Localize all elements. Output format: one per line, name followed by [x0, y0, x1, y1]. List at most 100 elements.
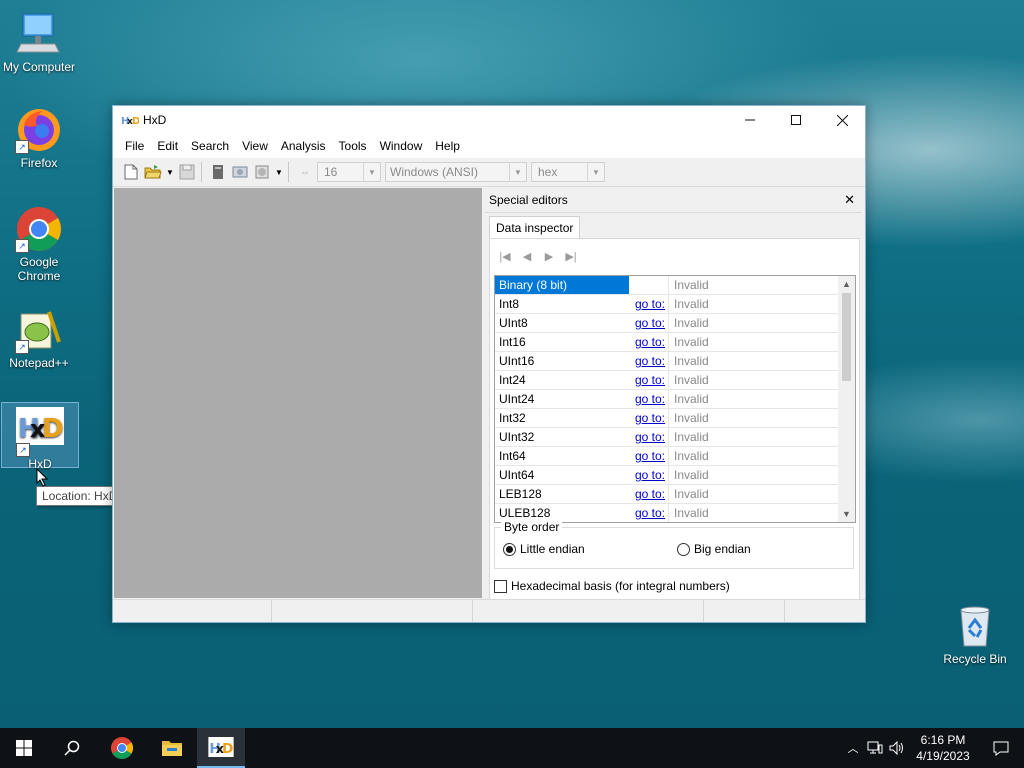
goto-link[interactable]: go to:	[629, 428, 669, 446]
row-value[interactable]: Invalid	[669, 295, 842, 313]
row-type-label: Int16	[499, 335, 526, 349]
row-value[interactable]: Invalid	[669, 466, 842, 484]
offset-base-select[interactable]: hex ▼	[531, 162, 605, 182]
menu-analysis[interactable]: Analysis	[275, 139, 333, 153]
goto-link[interactable]: go to:	[629, 447, 669, 465]
menu-tools[interactable]: Tools	[333, 139, 374, 153]
previous-icon[interactable]: ◀	[520, 249, 534, 263]
taskbar-hxd[interactable]: HxD	[197, 728, 245, 768]
desktop-icon-google-chrome[interactable]: ↗ Google Chrome	[1, 205, 77, 283]
row-value[interactable]: Invalid	[669, 276, 842, 294]
row-value[interactable]: Invalid	[669, 504, 842, 522]
new-file-button[interactable]	[121, 162, 141, 182]
scrollbar-thumb[interactable]	[842, 293, 851, 381]
next-icon[interactable]: ▶	[542, 249, 556, 263]
open-dropdown-button[interactable]: ▼	[165, 162, 175, 182]
volume-icon[interactable]	[886, 741, 908, 755]
menu-help[interactable]: Help	[429, 139, 467, 153]
chevron-up-icon[interactable]: ︿	[842, 740, 864, 756]
menu-file[interactable]: File	[119, 139, 151, 153]
clock-time: 6:16 PM	[920, 733, 966, 747]
goto-link[interactable]: go to:	[629, 466, 669, 484]
row-value[interactable]: Invalid	[669, 485, 842, 503]
start-button[interactable]	[0, 728, 48, 768]
recycle-bin-icon	[951, 602, 999, 650]
desktop: My Computer ↗ Firefox ↗ Google Chrome ↗ …	[0, 0, 1024, 728]
menu-edit[interactable]: Edit	[151, 139, 185, 153]
grid-vertical-scrollbar[interactable]: ▲ ▼	[838, 276, 855, 522]
row-value[interactable]: Invalid	[669, 314, 842, 332]
status-segment	[785, 600, 865, 622]
menu-search[interactable]: Search	[185, 139, 236, 153]
notifications-button[interactable]	[978, 741, 1024, 756]
goto-link[interactable]: go to:	[629, 504, 669, 522]
tab-data-inspector[interactable]: Data inspector	[489, 216, 581, 239]
data-inspector-row[interactable]: Int16 go to: Invalid	[495, 333, 855, 352]
goto-link[interactable]: go to:	[629, 314, 669, 332]
row-value[interactable]: Invalid	[669, 409, 842, 427]
scroll-up-icon[interactable]: ▲	[838, 276, 855, 292]
search-button[interactable]	[48, 728, 96, 768]
data-inspector-row[interactable]: Int64 go to: Invalid	[495, 447, 855, 466]
goto-link	[629, 276, 669, 294]
desktop-icon-notepadpp[interactable]: ↗ Notepad++	[1, 306, 77, 370]
data-inspector-row[interactable]: UInt32 go to: Invalid	[495, 428, 855, 447]
data-inspector-row[interactable]: Int32 go to: Invalid	[495, 409, 855, 428]
hxd-window: HxD HxD File Edit Search View Analysis T…	[112, 105, 866, 623]
data-inspector-row[interactable]: UInt24 go to: Invalid	[495, 390, 855, 409]
menu-view[interactable]: View	[236, 139, 275, 153]
special-editors-header: Special editors ✕	[485, 188, 861, 213]
row-value[interactable]: Invalid	[669, 428, 842, 446]
open-ram-button[interactable]	[252, 162, 272, 182]
big-endian-radio[interactable]: Big endian	[677, 542, 751, 556]
row-value[interactable]: Invalid	[669, 333, 842, 351]
taskbar-file-explorer[interactable]	[148, 728, 196, 768]
goto-link[interactable]: go to:	[629, 390, 669, 408]
open-file-button[interactable]	[143, 162, 163, 182]
desktop-icon-hxd[interactable]: HxD ↗ HxD	[1, 402, 79, 471]
data-inspector-row[interactable]: UInt16 go to: Invalid	[495, 352, 855, 371]
goto-link[interactable]: go to:	[629, 333, 669, 351]
charset-select[interactable]: Windows (ANSI) ▼	[385, 162, 527, 182]
row-value[interactable]: Invalid	[669, 390, 842, 408]
open-disk-button[interactable]	[230, 162, 250, 182]
title-bar[interactable]: HxD HxD	[113, 106, 865, 134]
goto-link[interactable]: go to:	[629, 409, 669, 427]
ram-dropdown-button[interactable]: ▼	[274, 162, 284, 182]
data-inspector-row[interactable]: Int24 go to: Invalid	[495, 371, 855, 390]
maximize-button[interactable]	[773, 106, 819, 134]
little-endian-radio[interactable]: Little endian	[503, 542, 585, 556]
minimize-button[interactable]	[727, 106, 773, 134]
data-inspector-row[interactable]: UInt8 go to: Invalid	[495, 314, 855, 333]
scroll-down-icon[interactable]: ▼	[838, 506, 855, 522]
goto-link[interactable]: go to:	[629, 352, 669, 370]
data-inspector-row[interactable]: Int8 go to: Invalid	[495, 295, 855, 314]
close-button[interactable]	[819, 106, 865, 134]
save-button[interactable]	[177, 162, 197, 182]
close-file-button[interactable]	[208, 162, 228, 182]
goto-link[interactable]: go to:	[629, 371, 669, 389]
data-inspector-row[interactable]: UInt64 go to: Invalid	[495, 466, 855, 485]
goto-link[interactable]: go to:	[629, 295, 669, 313]
data-inspector-row[interactable]: Binary (8 bit) Invalid	[495, 276, 855, 295]
taskbar-chrome[interactable]	[98, 728, 146, 768]
desktop-icon-my-computer[interactable]: My Computer	[1, 10, 77, 74]
network-icon[interactable]	[864, 741, 886, 755]
desktop-icon-label: Notepad++	[9, 356, 69, 370]
row-value[interactable]: Invalid	[669, 371, 842, 389]
row-value[interactable]: Invalid	[669, 352, 842, 370]
row-value[interactable]: Invalid	[669, 447, 842, 465]
goto-link[interactable]: go to:	[629, 485, 669, 503]
data-inspector-row[interactable]: LEB128 go to: Invalid	[495, 485, 855, 504]
first-icon[interactable]: |◀	[498, 249, 512, 263]
last-icon[interactable]: ▶|	[564, 249, 578, 263]
hexadecimal-basis-checkbox[interactable]: Hexadecimal basis (for integral numbers)	[494, 579, 730, 593]
bytes-per-row-select[interactable]: 16 ▼	[317, 162, 381, 182]
hex-editor-area[interactable]	[114, 188, 482, 598]
chrome-icon	[111, 737, 133, 759]
clock[interactable]: 6:16 PM 4/19/2023	[908, 732, 978, 764]
desktop-icon-firefox[interactable]: ↗ Firefox	[1, 106, 77, 170]
special-editors-close-button[interactable]: ✕	[844, 192, 855, 208]
desktop-icon-recycle-bin[interactable]: Recycle Bin	[937, 602, 1013, 666]
menu-window[interactable]: Window	[374, 139, 430, 153]
